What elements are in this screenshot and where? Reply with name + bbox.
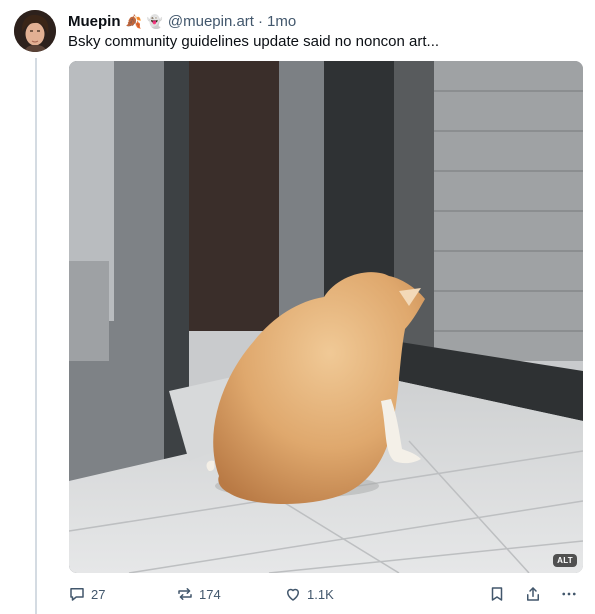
more-button[interactable] (560, 584, 578, 604)
avatar[interactable] (14, 10, 56, 52)
post-image[interactable]: ALT (69, 61, 583, 573)
repost-icon (176, 585, 194, 603)
bookmark-icon (488, 585, 506, 603)
repost-button[interactable]: 174 (176, 584, 221, 604)
like-button[interactable]: 1.1K (284, 584, 334, 604)
author-handle[interactable]: @muepin.art (168, 13, 254, 30)
ghost-emoji: 👻 (146, 13, 163, 29)
bookmark-button[interactable] (488, 584, 506, 604)
more-icon (560, 585, 578, 603)
separator: · (257, 12, 263, 30)
timestamp[interactable]: 1mo (267, 13, 296, 30)
reply-button[interactable]: 27 (68, 584, 105, 604)
image-illustration (69, 61, 583, 573)
leaf-emoji: 🍂 (125, 13, 142, 29)
post-text: Bsky community guidelines update said no… (68, 33, 440, 50)
share-icon (524, 585, 542, 603)
post-header: Muepin 🍂 👻 @muepin.art · 1mo (68, 11, 296, 31)
post-actions: 27 174 1.1K (68, 584, 588, 604)
thread-line (35, 58, 37, 614)
repost-count: 174 (199, 586, 221, 602)
share-button[interactable] (524, 584, 542, 604)
reply-count: 27 (91, 586, 106, 602)
heart-icon (284, 585, 302, 603)
author-name[interactable]: Muepin (68, 13, 121, 30)
reply-icon (68, 585, 86, 603)
alt-badge[interactable]: ALT (553, 554, 577, 567)
like-count: 1.1K (307, 586, 334, 602)
